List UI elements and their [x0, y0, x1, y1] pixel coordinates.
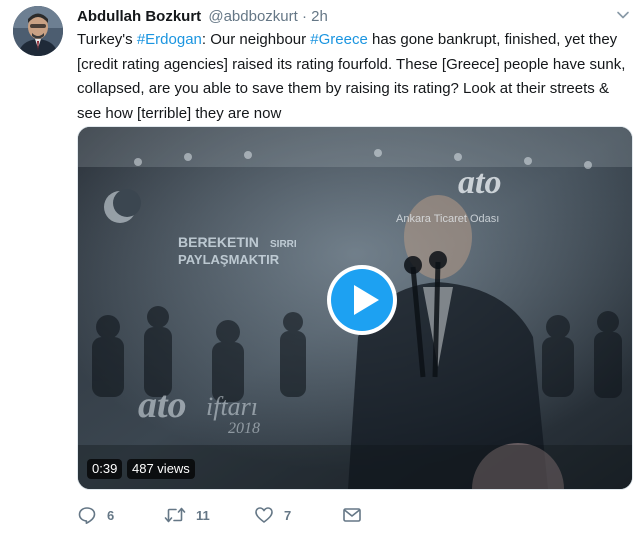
hashtag-link[interactable]: #Greece — [310, 31, 368, 48]
video-overlay-text: 2018 — [228, 420, 260, 437]
tweet-text-part: : Our neighbour — [201, 31, 311, 48]
dm-button[interactable] — [342, 505, 362, 525]
tweet-card[interactable]: Abdullah Bozkurt @abdbozkurt · 2h Turkey… — [0, 0, 640, 536]
author-handle[interactable]: @abdbozkurt — [208, 8, 297, 25]
avatar[interactable] — [13, 6, 63, 56]
tweet-text-part: Turkey's — [77, 31, 137, 48]
tweet-header: Abdullah Bozkurt @abdbozkurt · 2h — [77, 7, 328, 27]
avatar-image — [13, 6, 63, 56]
hashtag-link[interactable]: #Erdogan — [137, 31, 202, 48]
like-button[interactable]: 7 — [254, 505, 291, 525]
reply-button[interactable]: 6 — [77, 505, 114, 525]
tweet-timestamp[interactable]: 2h — [311, 8, 328, 25]
video-views-badge: 487 views — [127, 459, 195, 479]
video-overlay-text: SIRRI — [270, 239, 297, 250]
heart-icon — [255, 507, 273, 523]
separator-dot: · — [301, 8, 307, 25]
video-player[interactable]: BEREKETIN SIRRI PAYLAŞMAKTIR ato Ankara … — [77, 126, 633, 490]
reply-icon — [78, 507, 96, 524]
video-overlay-text: ato — [138, 384, 187, 426]
video-overlay-text: ato — [458, 164, 501, 201]
retweet-count: 11 — [196, 507, 210, 523]
tweet-text: Turkey's #Erdogan: Our neighbour #Greece… — [77, 28, 632, 126]
video-duration-badge: 0:39 — [87, 459, 123, 479]
retweet-button[interactable]: 11 — [164, 505, 210, 525]
author-name[interactable]: Abdullah Bozkurt — [77, 8, 201, 25]
video-overlay-text: Ankara Ticaret Odası — [396, 213, 499, 225]
video-overlay-text: BEREKETIN — [178, 234, 259, 250]
envelope-icon — [343, 508, 361, 522]
like-count: 7 — [284, 507, 292, 523]
retweet-icon — [164, 507, 186, 523]
chevron-down-icon[interactable] — [614, 6, 632, 24]
video-overlay-text: PAYLAŞMAKTIR — [178, 252, 280, 267]
play-icon[interactable] — [325, 263, 399, 337]
reply-count: 6 — [107, 507, 115, 523]
video-overlay-text: iftarı — [206, 392, 258, 421]
